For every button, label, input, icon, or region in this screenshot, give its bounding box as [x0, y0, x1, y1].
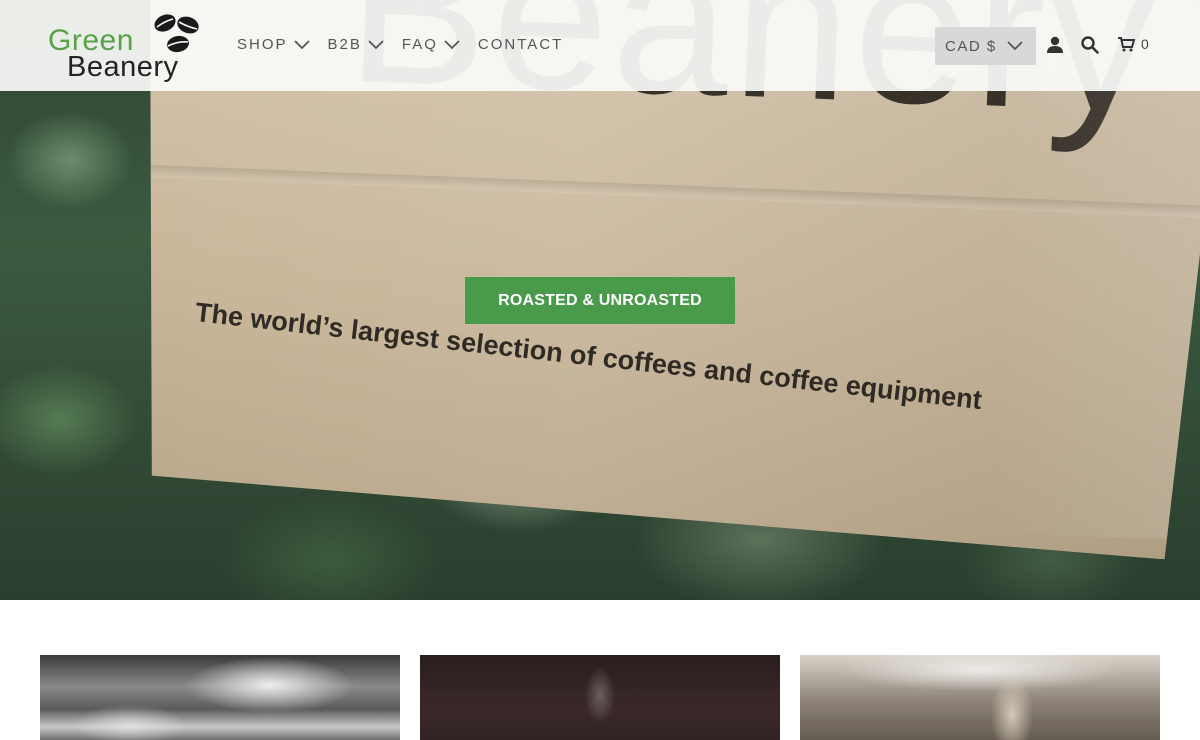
main-nav: SHOP B2B FAQ CONTACT	[237, 36, 563, 53]
chevron-down-icon	[444, 39, 460, 49]
nav-b2b-label: B2B	[327, 36, 362, 53]
cart-count: 0	[1141, 36, 1150, 52]
search-icon[interactable]	[1080, 35, 1100, 55]
logo-word-beanery: Beanery	[67, 51, 179, 83]
feature-tile-cafe-brewer[interactable]	[800, 655, 1160, 740]
green-beanery-logo[interactable]: Green Beanery	[48, 8, 208, 84]
nav-faq[interactable]: FAQ	[402, 36, 460, 53]
chevron-down-icon	[368, 39, 384, 49]
cart-button[interactable]: 0	[1117, 36, 1150, 52]
currency-value: CAD $	[945, 37, 997, 55]
chevron-down-icon	[1007, 41, 1023, 51]
nav-shop[interactable]: SHOP	[237, 36, 310, 53]
cart-icon	[1118, 37, 1135, 52]
feature-tile-steaming-coffee[interactable]	[420, 655, 780, 740]
feature-tile-espresso-machine[interactable]	[40, 655, 400, 740]
user-icon[interactable]	[1045, 35, 1065, 55]
currency-selector[interactable]: CAD $	[935, 27, 1036, 65]
nav-contact-label: CONTACT	[477, 36, 564, 53]
nav-faq-label: FAQ	[401, 36, 438, 53]
nav-contact[interactable]: CONTACT	[478, 36, 563, 53]
chevron-down-icon	[293, 39, 310, 49]
roasted-unroasted-button[interactable]: ROASTED & UNROASTED	[465, 277, 735, 324]
coffee-beans-icon	[154, 14, 199, 53]
site-header: Green Beanery SHOP B2B FAQ CONTACT CAD $	[0, 0, 1200, 91]
nav-shop-label: SHOP	[237, 36, 288, 53]
nav-b2b[interactable]: B2B	[328, 36, 384, 53]
